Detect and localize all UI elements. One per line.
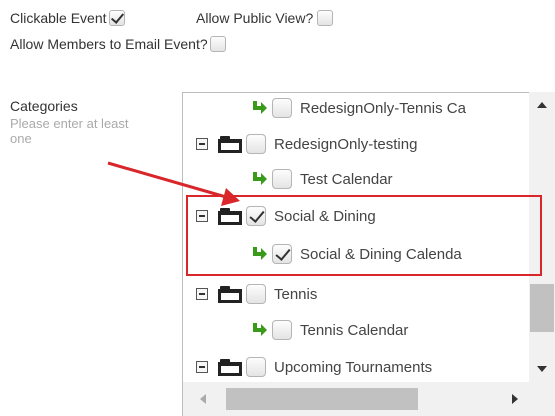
tree-item-label: Tennis [274,285,318,303]
minus-box-icon[interactable] [196,361,208,373]
green-arrow-icon [253,172,267,185]
tree-item-label: Tennis Calendar [300,321,409,339]
green-arrow-icon [253,323,267,336]
scroll-left-arrow-icon[interactable] [200,394,206,404]
allow-public-view-label: Allow Public View? [196,10,314,26]
allow-public-view-checkbox[interactable] [317,10,334,26]
tree-checkbox[interactable] [272,169,292,189]
tree-item-test-calendar[interactable]: Test Calendar [250,166,393,192]
tree-item-tennis[interactable]: Tennis [196,281,317,307]
tree-item-redesignonly-testing[interactable]: RedesignOnly-testing [196,131,417,157]
scrollbar-corner [529,382,555,416]
tree-item-upcoming-tournaments[interactable]: Upcoming Tournaments [196,354,432,380]
highlight-box [186,195,542,276]
folder-icon [218,358,242,376]
tree-checkbox[interactable] [246,134,266,154]
scroll-up-arrow-icon[interactable] [537,102,547,108]
allow-members-email-label: Allow Members to Email Event? [10,36,208,52]
horizontal-scroll-thumb[interactable] [226,388,418,410]
folder-icon [218,135,242,153]
folder-icon [218,285,242,303]
minus-box-icon[interactable] [196,288,208,300]
tree-item-label: RedesignOnly-testing [274,135,418,153]
scroll-down-arrow-icon[interactable] [537,366,547,372]
scroll-right-arrow-icon[interactable] [512,394,518,404]
categories-help-text: Please enter at least one [10,116,129,146]
clickable-event-label: Clickable Event [10,10,107,26]
minus-box-icon[interactable] [196,138,208,150]
categories-label: Categories [10,98,78,114]
allow-members-email-checkbox[interactable] [209,36,226,52]
vertical-scroll-thumb[interactable] [530,284,554,332]
tree-item-redesignonly-tennis-calendar[interactable]: RedesignOnly-Tennis Ca [250,95,466,121]
tree-item-label: Test Calendar [300,170,393,188]
tree-checkbox[interactable] [272,98,292,118]
tree-item-tennis-calendar[interactable]: Tennis Calendar [250,317,408,343]
tree-item-label: RedesignOnly-Tennis Ca [300,99,466,117]
allow-public-view-option: Allow Public View? [196,10,334,26]
clickable-event-checkbox[interactable] [108,10,125,26]
tree-checkbox[interactable] [272,320,292,340]
allow-members-email-option: Allow Members to Email Event? [10,36,226,52]
tree-checkbox[interactable] [246,357,266,377]
tree-item-label: Upcoming Tournaments [274,358,433,376]
clickable-event-option: Clickable Event [10,10,125,26]
green-arrow-icon [253,101,267,114]
tree-checkbox[interactable] [246,284,266,304]
